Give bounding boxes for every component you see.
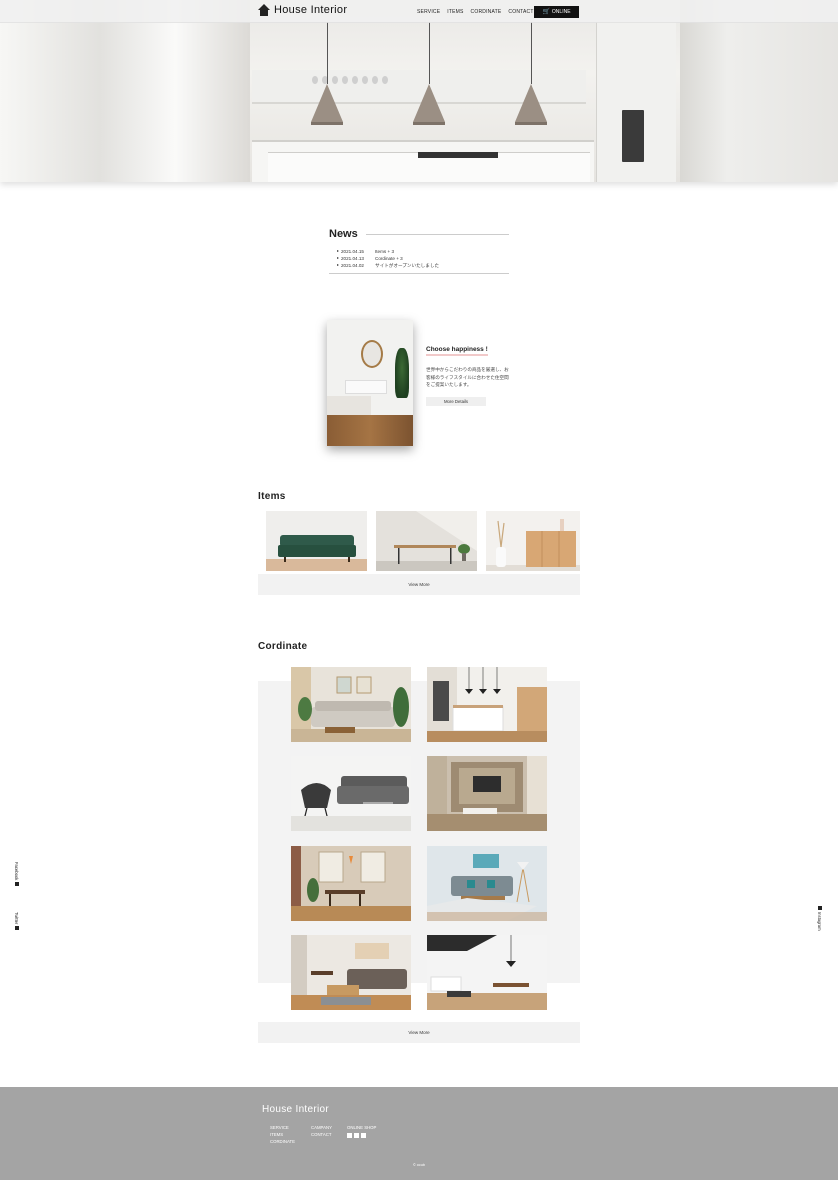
footer-logo[interactable]: House Interior <box>258 1104 329 1115</box>
news-date: 2021.04.02 <box>341 263 364 268</box>
logo-text: House Interior <box>274 4 348 16</box>
twitter-link[interactable]: Twitter <box>14 912 19 931</box>
nav-item-items[interactable]: ITEMS <box>447 9 463 15</box>
shelf-dish <box>382 76 388 84</box>
items-title: Items <box>258 491 286 502</box>
news-date: 2021.04.13 <box>341 256 364 261</box>
cordinate-photo[interactable] <box>427 935 547 1010</box>
hero-image <box>0 0 838 182</box>
items-view-more-button[interactable]: View More <box>258 574 580 595</box>
news-list: 2021.04.15 Items + 3 2021.04.13 Cordinat… <box>337 248 509 269</box>
facebook-link[interactable]: Facebook <box>14 862 19 887</box>
divider <box>329 273 509 274</box>
facebook-icon[interactable] <box>354 1133 359 1138</box>
news-text: Items + 3 <box>375 249 395 254</box>
curtain <box>0 0 250 182</box>
home-icon <box>258 4 270 16</box>
oven <box>622 110 644 162</box>
instagram-icon[interactable] <box>361 1133 366 1138</box>
twitter-icon[interactable] <box>347 1133 352 1138</box>
news-text: Cordinate + 3 <box>375 256 403 261</box>
shelf-dish <box>352 76 358 84</box>
footer-nav-col-3: ONLINE SHOP <box>347 1125 376 1138</box>
feature-body: 世界中からこだわりの商品を厳選し、お客様のライフスタイルに合わせた住空間をご提案… <box>426 367 509 387</box>
news-item[interactable]: 2021.04.02 サイトがオープンいたしました <box>337 262 509 269</box>
instagram-label: Instagram <box>817 912 822 931</box>
plant <box>395 348 409 398</box>
footer-link-cordinate[interactable]: CORDINATE <box>270 1139 295 1145</box>
footer-link-online-shop[interactable]: ONLINE SHOP <box>347 1125 376 1131</box>
facebook-label: Facebook <box>14 862 19 881</box>
lamp-cord <box>531 22 532 84</box>
twitter-icon <box>14 926 19 931</box>
news-section: News 2021.04.15 Items + 3 2021.04.13 Cor… <box>329 228 509 274</box>
pendant-lamp <box>515 84 547 125</box>
cordinate-photo[interactable] <box>427 667 547 742</box>
shelf-dish <box>342 76 348 84</box>
cordinate-view-more-button[interactable]: View More <box>258 1022 580 1043</box>
cart-icon: 🛒 <box>542 9 550 15</box>
copyright: © ocub <box>412 1163 426 1167</box>
footer-social-icons <box>347 1133 376 1138</box>
site-header: House Interior SERVICE ITEMS CORDINATE C… <box>0 0 838 23</box>
item-card-cabinet[interactable] <box>486 511 580 571</box>
shelf-dish <box>362 76 368 84</box>
items-carousel <box>266 511 580 571</box>
feature-photo <box>327 320 413 446</box>
footer-link-items[interactable]: ITEMS <box>270 1132 295 1138</box>
footer-logo-text: House Interior <box>262 1104 330 1115</box>
footer-link-contact[interactable]: CONTACT <box>311 1132 332 1138</box>
feature-text: Choose happiness ! 世界中からこだわりの商品を厳選し、お客様の… <box>426 338 512 406</box>
news-date: 2021.04.15 <box>341 249 364 254</box>
nav-item-service[interactable]: SERVICE <box>417 9 440 15</box>
shelf-dish <box>372 76 378 84</box>
online-label: ONLINE <box>551 9 571 15</box>
site-logo[interactable]: House Interior <box>258 4 347 16</box>
cordinate-photo[interactable] <box>291 667 411 742</box>
lamp-cord <box>327 22 328 84</box>
pendant-lamp <box>311 84 343 125</box>
pendant-lamp <box>413 84 445 125</box>
cordinate-photo[interactable] <box>291 756 411 831</box>
main-nav: SERVICE ITEMS CORDINATE CONTACT <box>417 9 534 15</box>
instagram-link[interactable]: Instagram <box>817 906 822 931</box>
mirror <box>361 340 383 368</box>
news-item[interactable]: 2021.04.15 Items + 3 <box>337 248 509 255</box>
news-item[interactable]: 2021.04.13 Cordinate + 3 <box>337 255 509 262</box>
site-footer: House Interior SERVICE ITEMS CORDINATE C… <box>0 1087 838 1180</box>
online-shop-button[interactable]: 🛒 ONLINE <box>534 6 579 18</box>
shelf-dish <box>332 76 338 84</box>
feature-heading: Choose happiness ! <box>426 346 488 356</box>
lamp-cord <box>429 22 430 84</box>
instagram-icon <box>817 906 822 910</box>
nav-item-contact[interactable]: CONTACT <box>508 9 533 15</box>
cooktop <box>418 152 498 158</box>
divider <box>365 233 509 235</box>
shelf-dish <box>312 76 318 84</box>
cordinate-photo[interactable] <box>291 846 411 921</box>
footer-nav-col-1: SERVICE ITEMS CORDINATE <box>270 1125 295 1145</box>
twitter-label: Twitter <box>14 912 19 925</box>
news-text: サイトがオープンいたしました <box>375 263 440 268</box>
footer-link-company[interactable]: CAMPANY <box>311 1125 332 1131</box>
more-details-button[interactable]: More Details <box>426 396 486 406</box>
cordinate-title: Cordinate <box>258 641 308 652</box>
item-card-table[interactable] <box>376 511 477 571</box>
desk <box>345 380 387 394</box>
wall <box>680 0 838 182</box>
footer-nav-col-2: CAMPANY CONTACT <box>311 1125 332 1138</box>
facebook-icon <box>14 882 19 887</box>
item-card-sofa[interactable] <box>266 511 367 571</box>
cordinate-photo[interactable] <box>427 756 547 831</box>
cordinate-photo[interactable] <box>291 935 411 1010</box>
cordinate-photo[interactable] <box>427 846 547 921</box>
news-title: News <box>329 228 358 240</box>
bed <box>327 396 371 416</box>
nav-item-cordinate[interactable]: CORDINATE <box>471 9 502 15</box>
wood-floor <box>327 415 413 446</box>
footer-link-service[interactable]: SERVICE <box>270 1125 295 1131</box>
